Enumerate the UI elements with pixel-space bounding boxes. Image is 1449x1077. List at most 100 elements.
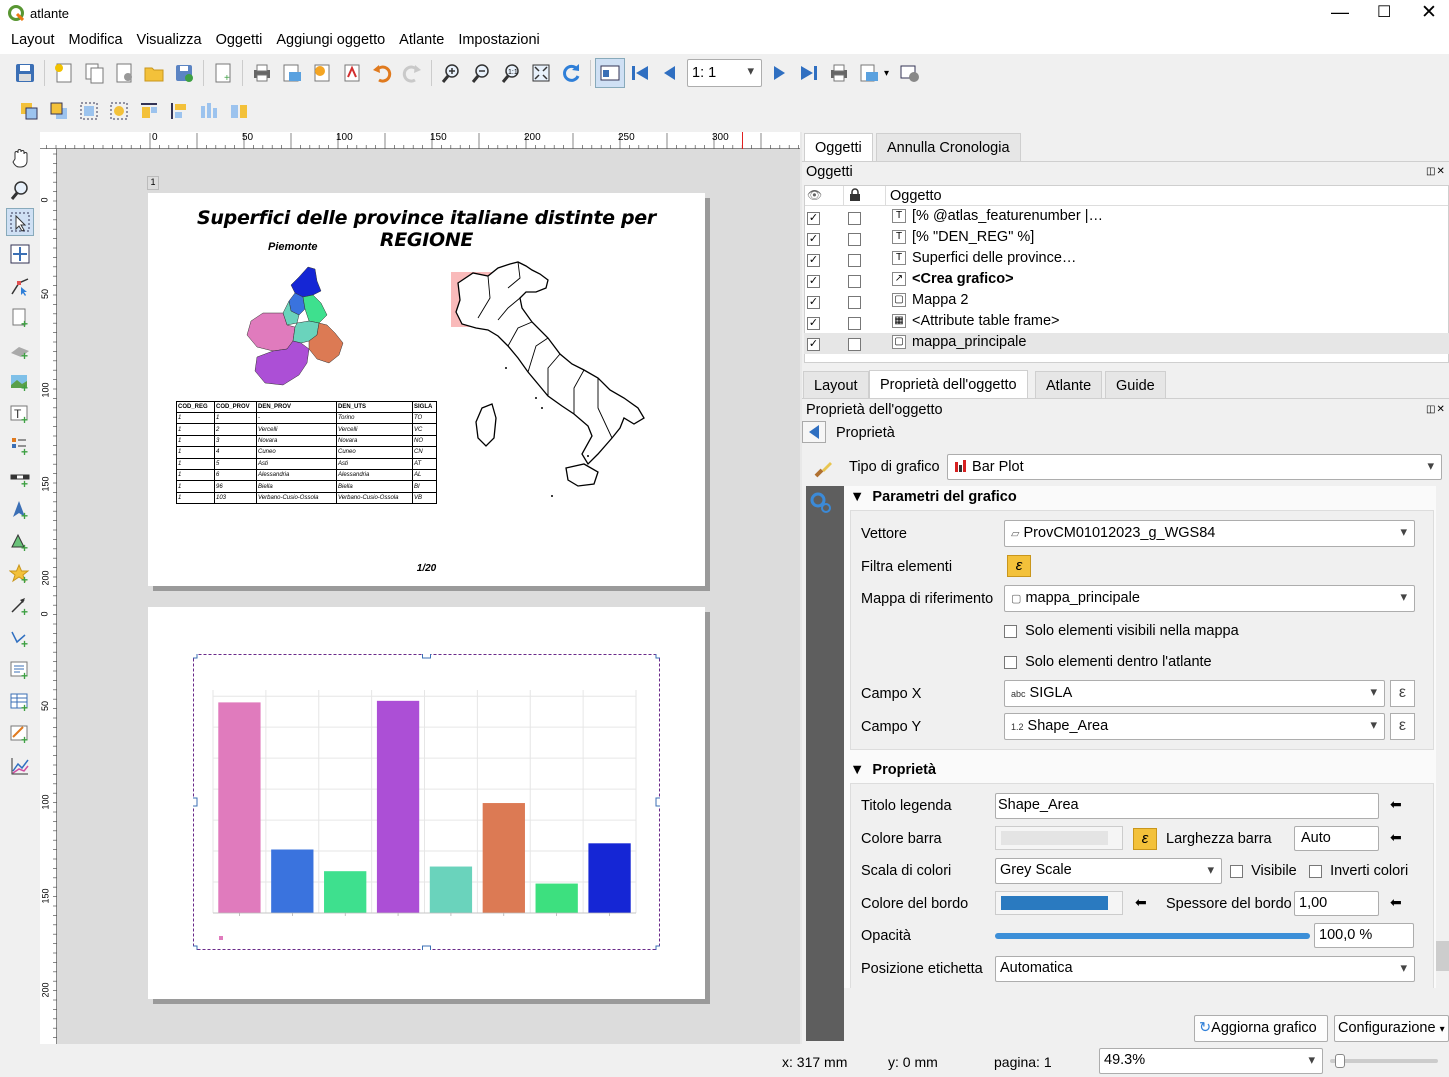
visibility-checkbox[interactable]: ✓ (807, 231, 820, 247)
add-north-arrow-icon[interactable]: + (6, 496, 34, 524)
label-position-select[interactable]: Automatica (995, 956, 1415, 982)
lock-checkbox[interactable] (848, 231, 861, 247)
zoom-combobox[interactable]: 49.3% (1099, 1048, 1323, 1074)
fieldx-select[interactable]: abc SIGLA (1004, 680, 1385, 707)
save-template-icon[interactable] (169, 58, 199, 88)
add-fixed-table-icon[interactable]: + (6, 720, 34, 748)
open-folder-icon[interactable] (139, 58, 169, 88)
lock-checkbox[interactable] (848, 294, 861, 310)
data-defined-override-icon[interactable]: ⬅︎ (1390, 796, 1402, 813)
item-row[interactable]: ✓ ▢ Mappa 2 (804, 291, 1449, 312)
add-chart-icon[interactable] (6, 752, 34, 780)
back-button[interactable] (802, 421, 826, 443)
collapse-icon[interactable]: ▼ (850, 489, 864, 505)
print-atlas-icon[interactable] (824, 58, 854, 88)
layout-manager-icon[interactable] (109, 58, 139, 88)
edit-nodes-icon[interactable] (6, 272, 34, 300)
prev-feature-icon[interactable] (655, 58, 685, 88)
item-row[interactable]: ✓ ↗ <Crea grafico> (804, 270, 1449, 291)
vector-layer-select[interactable]: ▱ ProvCM01012023_g_WGS84 (1004, 520, 1415, 547)
add-polyline-icon[interactable]: + (6, 624, 34, 652)
zoom-actual-icon[interactable]: 1:1 (496, 58, 526, 88)
add-map-icon[interactable]: + (6, 368, 34, 396)
fieldy-expression-button[interactable]: ε (1390, 713, 1415, 740)
new-page-icon[interactable]: + (208, 58, 238, 88)
zoom-in-icon[interactable] (436, 58, 466, 88)
region-map[interactable] (243, 263, 353, 393)
border-color-button[interactable] (995, 891, 1123, 915)
bar-width-override-icon[interactable]: ⬅︎ (1390, 829, 1402, 846)
duplicate-layout-icon[interactable] (79, 58, 109, 88)
export-svg-icon[interactable] (307, 58, 337, 88)
ungroup-items-icon[interactable] (104, 96, 134, 126)
atlas-feature-select[interactable]: 1: 1 (687, 59, 762, 87)
add-marker-icon[interactable]: + (6, 560, 34, 588)
invert-colors-checkbox[interactable]: Inverti colori (1309, 863, 1408, 879)
panel-float-close-icon[interactable]: ◫✕ (1426, 166, 1446, 177)
chart-type-select[interactable]: Bar Plot (947, 454, 1442, 480)
pan-icon[interactable] (6, 144, 34, 172)
redo-icon[interactable] (397, 58, 427, 88)
props-scrollbar[interactable] (1436, 486, 1449, 988)
item-row[interactable]: ✓ T Superfici delle province… (804, 249, 1449, 270)
item-row[interactable]: ✓ T [% @atlas_featurenumber |… (804, 207, 1449, 228)
border-color-override-icon[interactable]: ⬅︎ (1135, 894, 1147, 911)
minimize-icon[interactable]: — (1331, 2, 1349, 23)
last-feature-icon[interactable] (794, 58, 824, 88)
add-3d-map-icon[interactable]: + (6, 336, 34, 364)
configuration-button[interactable]: Configurazione ▾ (1334, 1015, 1449, 1042)
distribute-icon[interactable] (194, 96, 224, 126)
add-page-icon[interactable]: + (6, 304, 34, 332)
menu-modifica[interactable]: Modifica (62, 28, 130, 54)
zoom-slider[interactable] (1330, 1054, 1438, 1068)
add-arrow-icon[interactable]: + (6, 592, 34, 620)
zoom-out-icon[interactable] (466, 58, 496, 88)
gear-settings-icon[interactable] (808, 490, 834, 516)
item-row[interactable]: ✓ ▦ <Attribute table frame> (804, 312, 1449, 333)
menu-aggiungi-oggetto[interactable]: Aggiungi oggetto (269, 28, 392, 54)
lower-item-icon[interactable] (14, 96, 44, 126)
undo-icon[interactable] (367, 58, 397, 88)
close-icon[interactable]: ✕ (1421, 1, 1437, 24)
export-atlas-chevron-icon[interactable]: ▾ (884, 68, 889, 79)
bar-color-button[interactable] (995, 826, 1123, 850)
opacity-slider[interactable] (995, 933, 1310, 939)
add-html-icon[interactable]: + (6, 656, 34, 684)
props-float-close-icon[interactable]: ◫✕ (1426, 404, 1446, 415)
lock-checkbox[interactable] (848, 252, 861, 268)
color-scale-select[interactable]: Grey Scale (995, 858, 1222, 884)
move-content-icon[interactable] (6, 240, 34, 268)
section-chart-params[interactable]: ▼ Parametri del grafico (850, 489, 1017, 505)
maximize-icon[interactable]: ☐ (1377, 2, 1391, 22)
bar-width-spinbox[interactable]: Auto (1294, 826, 1379, 851)
add-scalebar-icon[interactable]: + (6, 464, 34, 492)
atlas-settings-icon[interactable] (895, 58, 925, 88)
zoom-tool-icon[interactable] (6, 176, 34, 204)
refresh-icon[interactable] (556, 58, 586, 88)
visibility-checkbox[interactable]: ✓ (807, 294, 820, 310)
visibility-checkbox[interactable]: ✓ (807, 210, 820, 226)
visibility-checkbox[interactable]: ✓ (807, 336, 820, 352)
tab-proprieta-oggetto[interactable]: Proprietà dell'oggetto (869, 370, 1028, 399)
first-feature-icon[interactable] (625, 58, 655, 88)
lock-checkbox[interactable] (848, 273, 861, 289)
print-icon[interactable] (247, 58, 277, 88)
add-shape-icon[interactable]: + (6, 528, 34, 556)
tab-layout[interactable]: Layout (803, 371, 869, 399)
border-width-override-icon[interactable]: ⬅︎ (1390, 894, 1402, 911)
add-legend-icon[interactable]: + (6, 432, 34, 460)
visible-checkbox[interactable]: Visibile (1230, 863, 1297, 879)
atlas-preview-icon[interactable] (595, 58, 625, 88)
collapse-icon[interactable]: ▼ (850, 762, 864, 778)
opacity-spinbox[interactable]: 100,0 % (1314, 923, 1414, 948)
legend-title-input[interactable]: Shape_Area (995, 793, 1379, 819)
expression-icon[interactable]: ε (1007, 555, 1031, 577)
italy-overview-map[interactable] (448, 258, 658, 508)
lock-checkbox[interactable] (848, 336, 861, 352)
menu-atlante[interactable]: Atlante (392, 28, 451, 54)
page-title[interactable]: Superfici delle province italiane distin… (148, 207, 705, 251)
update-chart-button[interactable]: ↻Aggiorna grafico (1194, 1015, 1328, 1042)
border-width-spinbox[interactable]: 1,00 (1294, 891, 1379, 916)
attribute-table[interactable]: COD_REG COD_PROV DEN_PROV DEN_UTS SIGLA 11-T… (176, 401, 437, 505)
paintbrush-icon[interactable] (812, 458, 836, 480)
